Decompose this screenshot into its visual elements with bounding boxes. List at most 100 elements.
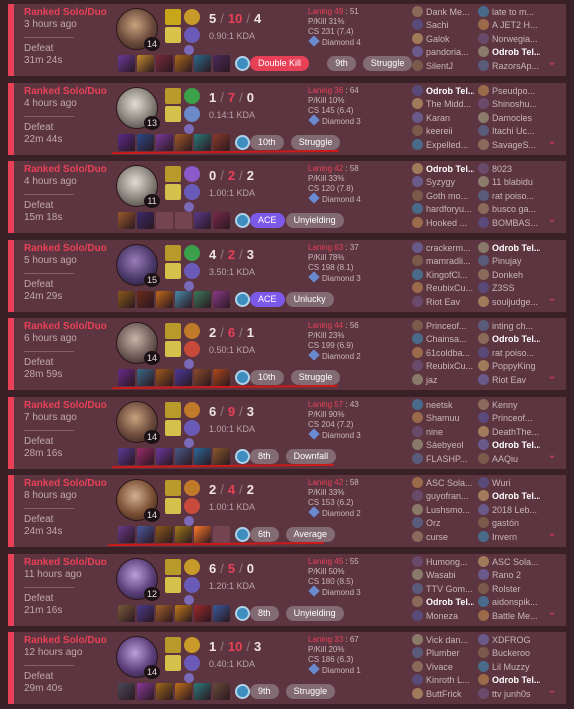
player-name[interactable]: Donkeh (492, 270, 523, 280)
player-name[interactable]: Odrob Tel... (492, 334, 540, 344)
item-icon[interactable] (175, 369, 192, 386)
item-icon[interactable] (194, 683, 211, 700)
ward-icon[interactable] (235, 292, 250, 307)
player-name[interactable]: Battle Me... (492, 611, 538, 621)
player-name[interactable]: guyofran... (426, 491, 469, 501)
player-name[interactable]: Rano 2 (492, 570, 521, 580)
player-entry[interactable]: Dank Me... (412, 6, 474, 19)
player-entry[interactable]: ASC Sola... (412, 477, 474, 490)
player-name[interactable]: Odrob Tel... (426, 86, 474, 96)
player-entry[interactable]: gastón (478, 517, 540, 530)
player-entry[interactable]: guyofran... (412, 490, 474, 503)
item-icon[interactable] (118, 448, 135, 465)
player-name[interactable]: Shinoshu... (492, 99, 537, 109)
player-entry[interactable]: TTV Gom... (412, 582, 474, 596)
player-name[interactable]: The Midd... (426, 99, 471, 109)
ward-icon[interactable] (235, 135, 250, 150)
player-name[interactable]: 8023 (492, 164, 512, 174)
item-icon[interactable] (118, 291, 135, 308)
item-icon[interactable] (137, 369, 154, 386)
player-entry[interactable]: Pseudpo... (478, 85, 540, 98)
player-name[interactable]: ASC Sola... (492, 557, 539, 567)
player-name[interactable]: A JET2 H... (492, 20, 538, 30)
player-name[interactable]: Shamuu (426, 413, 460, 423)
player-entry[interactable]: Lushsmo... (412, 503, 474, 517)
item-icon[interactable] (137, 526, 154, 543)
player-name[interactable]: PoppyKing (492, 361, 536, 371)
player-name[interactable]: curse (426, 532, 448, 542)
match-card[interactable]: Ranked Solo/Duo 6 hours ago Defeat 28m 59s 1… (8, 318, 566, 390)
chevron-down-icon[interactable]: ⌄ (546, 527, 558, 539)
player-name[interactable]: Norwegia... (492, 34, 538, 44)
player-entry[interactable]: Vivace (412, 660, 474, 674)
player-name[interactable]: Goth mo... (426, 191, 468, 201)
item-icon[interactable] (156, 605, 173, 622)
player-name[interactable]: gastón (492, 518, 519, 528)
item-icon[interactable] (118, 526, 135, 543)
player-name[interactable]: Pseudpo... (492, 86, 535, 96)
player-entry[interactable]: late to m... (478, 6, 540, 19)
player-entry[interactable]: Wuri (478, 477, 540, 490)
player-entry[interactable]: Odrob Tel... (478, 674, 540, 687)
player-name[interactable]: AAQiu (492, 454, 518, 464)
player-entry[interactable]: pandoria... (412, 46, 474, 59)
player-entry[interactable]: Kinroth L... (412, 674, 474, 687)
player-entry[interactable]: Odrob Tel... (412, 85, 474, 98)
player-entry[interactable]: Orz (412, 517, 474, 530)
item-icon[interactable] (175, 291, 192, 308)
player-entry[interactable]: XDFROG (478, 634, 540, 647)
item-icon[interactable] (194, 291, 211, 308)
player-name[interactable]: Lushsmo... (426, 505, 470, 515)
item-icon[interactable] (137, 55, 154, 72)
ward-icon[interactable] (235, 684, 250, 699)
chevron-down-icon[interactable]: ⌄ (546, 684, 558, 696)
player-name[interactable]: BOMBAS... (492, 218, 538, 228)
player-entry[interactable]: Norwegia... (478, 32, 540, 46)
player-name[interactable]: Vick dan... (426, 635, 468, 645)
item-icon[interactable] (213, 134, 230, 151)
player-name[interactable]: 11 blabidu (492, 177, 533, 187)
player-entry[interactable]: 11 blabidu (478, 176, 540, 189)
player-entry[interactable]: 8023 (478, 163, 540, 176)
player-entry[interactable]: aidonspik... (478, 596, 540, 609)
player-name[interactable]: Chainsa... (426, 334, 467, 344)
ward-icon[interactable] (235, 606, 250, 621)
match-card[interactable]: Ranked Solo/Duo 4 hours ago Defeat 22m 44s 1… (8, 83, 566, 155)
player-name[interactable]: 61coldba... (426, 348, 470, 358)
player-entry[interactable]: Karan (412, 111, 474, 125)
player-name[interactable]: nine (426, 427, 443, 437)
item-icon[interactable] (213, 605, 230, 622)
player-entry[interactable]: ReubixCu... (412, 360, 474, 373)
player-name[interactable]: Princeof... (492, 413, 533, 423)
player-entry[interactable]: Sáebyeol (412, 439, 474, 452)
player-name[interactable]: Odrob Tel... (492, 47, 540, 57)
empty-item-slot[interactable] (156, 212, 173, 229)
player-entry[interactable]: Odrob Tel... (478, 439, 540, 452)
item-icon[interactable] (175, 55, 192, 72)
item-icon[interactable] (137, 291, 154, 308)
player-entry[interactable]: busco ga... (478, 203, 540, 216)
item-icon[interactable] (213, 212, 230, 229)
player-entry[interactable]: 2018 Leb... (478, 503, 540, 517)
player-name[interactable]: Plumber (426, 648, 460, 658)
match-card[interactable]: Ranked Solo/Duo 3 hours ago Defeat 31m 24s 1… (8, 4, 566, 76)
item-icon[interactable] (194, 448, 211, 465)
player-entry[interactable]: nine (412, 425, 474, 439)
player-name[interactable]: busco ga... (492, 204, 536, 214)
item-icon[interactable] (118, 55, 135, 72)
player-name[interactable]: Pinujay (492, 256, 522, 266)
item-icon[interactable] (137, 683, 154, 700)
player-entry[interactable]: Hooked ... (412, 216, 474, 230)
empty-item-slot[interactable] (213, 526, 230, 543)
player-entry[interactable]: RazorsAp... (478, 59, 540, 73)
player-name[interactable]: Moneza (426, 611, 458, 621)
item-icon[interactable] (156, 134, 173, 151)
player-name[interactable]: SilentJ (426, 61, 453, 71)
empty-item-slot[interactable] (175, 212, 192, 229)
player-name[interactable]: mamradli... (426, 256, 471, 266)
player-name[interactable]: KingofCl... (426, 270, 468, 280)
item-icon[interactable] (156, 683, 173, 700)
player-name[interactable]: Buckeroo (492, 648, 530, 658)
player-entry[interactable]: PoppyKing (478, 360, 540, 373)
chevron-down-icon[interactable]: ⌄ (546, 606, 558, 618)
